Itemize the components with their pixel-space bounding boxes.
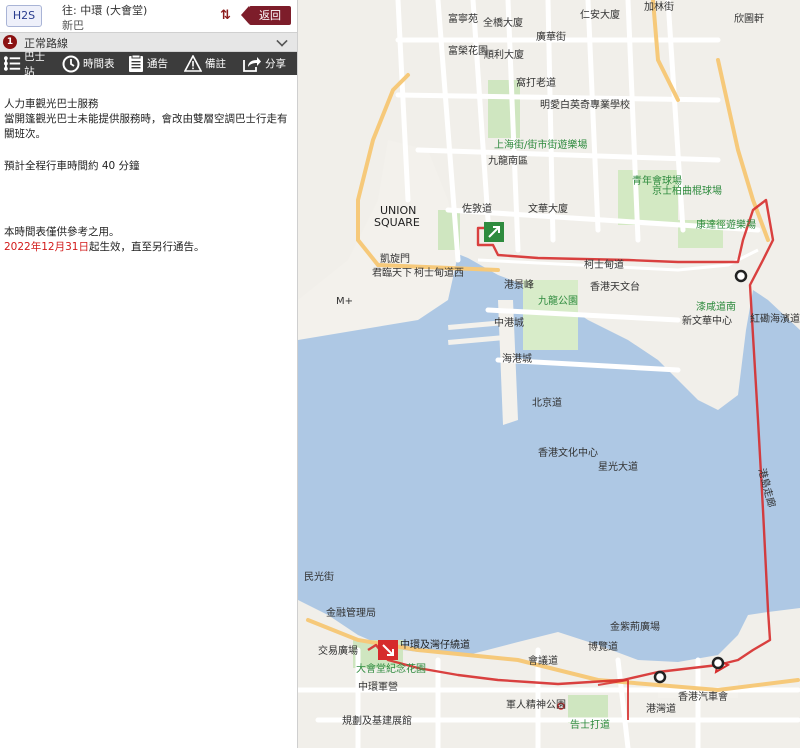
toolbar-notices-label: 通告 [147, 58, 168, 70]
share-icon [243, 56, 261, 72]
route-header: H2S 往: 中環 (大會堂) 新巴 ⇅ 返回 [0, 0, 297, 32]
stop-marker [711, 656, 725, 670]
document-icon [129, 54, 143, 72]
toolbar-timetable-label: 時間表 [83, 58, 115, 70]
toolbar-stops-label: 巴士站 [24, 50, 46, 78]
service-title: 人力車觀光巴士服務 [4, 98, 99, 110]
effective-suffix: 起生效，直至另行通告。 [88, 241, 205, 253]
effective-line: 2022年12月31日起生效，直至另行通告。 [4, 240, 293, 255]
variant-number-badge: 1 [3, 35, 17, 49]
app-window: H2S 往: 中環 (大會堂) 新巴 ⇅ 返回 1 正常路線 巴士站 時間表 通… [0, 0, 800, 748]
service-note: 當開篷觀光巴士未能提供服務時，會改由雙層空調巴士行走有關班次。 [4, 113, 288, 140]
journey-time: 預計全程行車時間約 40 分鐘 [4, 160, 140, 172]
swap-direction-icon[interactable]: ⇅ [220, 8, 231, 23]
toolbar-share-label: 分享 [265, 58, 286, 70]
back-button[interactable]: 返回 [241, 6, 291, 25]
toolbar-notices-button[interactable]: 通告 [124, 52, 180, 75]
toolbar-stops-button[interactable]: 巴士站 [0, 51, 58, 78]
end-marker-icon [378, 640, 398, 660]
stop-marker [734, 269, 748, 283]
route-map[interactable]: 加林街 富寧苑 全橋大廈 廣華街 仁安大廈 欣圖軒 富榮花園 順利大廈 窩打老道… [298, 0, 800, 748]
map-canvas [298, 0, 800, 748]
reference-note: 本時間表僅供參考之用。 [4, 226, 120, 238]
chevron-down-icon [276, 35, 288, 47]
start-marker-icon [484, 222, 504, 242]
toolbar-timetable-button[interactable]: 時間表 [58, 52, 124, 75]
route-notes: 人力車觀光巴士服務 當開篷觀光巴士未能提供服務時，會改由雙層空調巴士行走有關班次… [0, 75, 297, 255]
operator-text: 新巴 [62, 19, 84, 32]
route-info-panel: H2S 往: 中環 (大會堂) 新巴 ⇅ 返回 1 正常路線 巴士站 時間表 通… [0, 0, 298, 748]
toolbar-share-button[interactable]: 分享 [238, 52, 296, 75]
effective-date: 2022年12月31日 [4, 241, 89, 253]
toolbar-remarks-label: 備註 [205, 58, 226, 70]
route-toolbar: 巴士站 時間表 通告 備註 分享 [0, 51, 297, 78]
route-number-badge: H2S [6, 5, 42, 27]
toolbar-remarks-button[interactable]: 備註 [180, 52, 238, 75]
stop-marker [557, 702, 565, 710]
list-icon [4, 56, 21, 71]
warning-icon [184, 55, 202, 72]
clock-icon [62, 55, 80, 72]
destination-text: 往: 中環 (大會堂) [62, 4, 148, 17]
stop-marker [653, 670, 667, 684]
